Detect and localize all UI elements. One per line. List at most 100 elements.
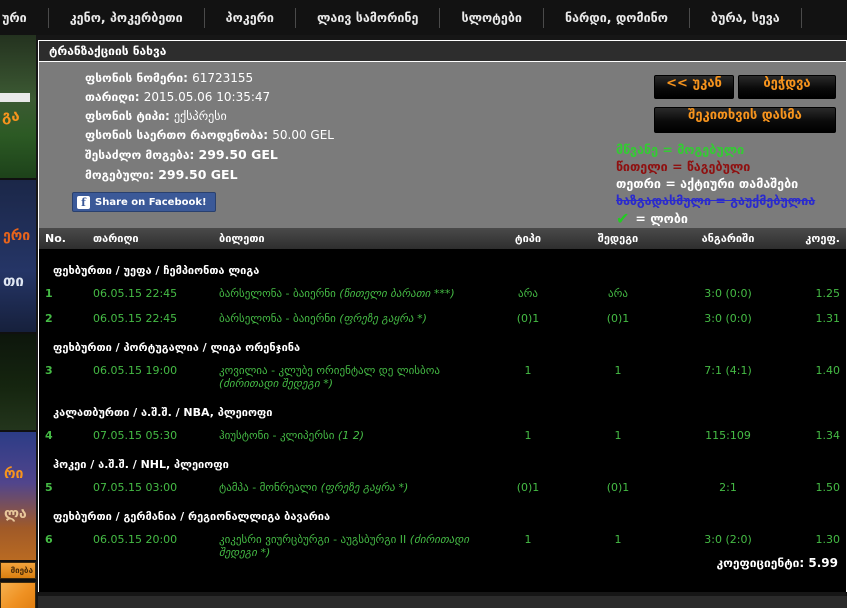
detail-line-0: ფსონის ნომერი: 61723155	[85, 69, 334, 88]
banner-stadium[interactable]: გა	[0, 35, 36, 178]
detail-value: ექსპრესი	[174, 109, 227, 123]
banner-blue[interactable]: ერი თი	[0, 180, 36, 332]
transaction-panel: ტრანზაქციის ნახვა ფსონის ნომერი: 6172315…	[38, 40, 847, 592]
ticket-match: ბარსელონა - ბაიერნი	[219, 312, 339, 325]
detail-value: 299.50 GEL	[158, 167, 237, 182]
detail-value: 2015.05.06 10:35:47	[144, 90, 270, 104]
banner-blue-text-1: ერი	[3, 228, 30, 244]
banner-race-text-1: რი	[4, 466, 23, 482]
transaction-info-section: ფსონის ნომერი: 61723155თარიღი: 2015.05.0…	[39, 62, 846, 228]
cell-no: 2	[39, 312, 69, 325]
cell-type: 1	[488, 364, 568, 377]
cell-ticket: ტამპა - მონრეალი (ფრეზე გაყრა *)	[219, 481, 488, 494]
share-facebook-button[interactable]: f Share on Facebook!	[72, 192, 216, 212]
cell-result: (0)1	[568, 312, 668, 325]
cell-no: 6	[39, 533, 69, 546]
ticket-match: ტამპა - მონრეალი	[219, 481, 321, 494]
cell-score: 7:1 (4:1)	[668, 364, 788, 377]
banner-race[interactable]: რი ლა	[0, 432, 36, 560]
column-header-2: ბილეთი	[219, 232, 488, 245]
cell-ticket: ჰიუსტონი - კლიპერსი (1 2)	[219, 429, 488, 442]
column-header-6: კოეფ.	[788, 232, 846, 245]
legend-item-check: ✔= ლობი	[616, 209, 815, 228]
transaction-details: ფსონის ნომერი: 61723155თარიღი: 2015.05.0…	[85, 69, 334, 185]
page: ურიკენო, პოკერბეთიპოკერილაივ სამორინესლო…	[0, 0, 847, 608]
nav-item-5[interactable]: ნარდი, დომინო	[544, 10, 689, 25]
nav-item-6[interactable]: ბურა, სევა	[690, 10, 801, 25]
cell-no: 4	[39, 429, 69, 442]
cell-result: არა	[568, 287, 668, 300]
detail-label: ფსონის საერთო რაოდენობა:	[85, 128, 272, 142]
nav-separator	[801, 8, 802, 28]
cell-ticket: კიკესრი ვიურცბურგი - აუგსბურგი II (ძირით…	[219, 533, 488, 559]
cell-result: (0)1	[568, 481, 668, 494]
cell-coef: 1.31	[788, 312, 846, 325]
cell-score: 3:0 (0:0)	[668, 287, 788, 300]
legend-item-0: მწვანე = მოგებული	[616, 141, 815, 158]
table-header-row: No.თარიღიბილეთიტიპიშედეგიანგარიშიკოეფ.	[39, 228, 846, 250]
ticket-match: ჰიუსტონი - კლიპერსი	[219, 429, 338, 442]
table-body: ფეხბურთი / უეფა / ჩემპიონთა ლიგა106.05.1…	[39, 250, 846, 592]
detail-line-1: თარიღი: 2015.05.06 10:35:47	[85, 88, 334, 107]
cell-coef: 1.40	[788, 364, 846, 377]
cell-type: (0)1	[488, 312, 568, 325]
cell-result: 1	[568, 429, 668, 442]
detail-value: 299.50 GEL	[199, 147, 278, 162]
cell-type: 1	[488, 429, 568, 442]
detail-value: 50.00 GEL	[272, 128, 334, 142]
group-header-1: ფეხბურთი / პორტუგალია / ლიგა ორენჯინა	[39, 331, 846, 358]
share-facebook-label: Share on Facebook!	[95, 197, 207, 208]
cell-ticket: ბარსელონა - ბაიერნი (წითელი ბარათი ***)	[219, 287, 488, 300]
banner-orange-strip-text: მიება	[1, 563, 35, 575]
group-header-2: კალათბურთი / ა.შ.შ. / NBA, პლეიოფი	[39, 396, 846, 423]
column-header-4: შედეგი	[568, 232, 668, 245]
cell-date: 06.05.15 20:00	[69, 533, 219, 546]
banner-orange-strip[interactable]: მიება	[0, 562, 36, 579]
nav-item-2[interactable]: პოკერი	[205, 10, 295, 25]
ticket-note: (წითელი ბარათი ***)	[339, 287, 454, 300]
detail-label: მოგებული:	[85, 168, 158, 182]
banner-orange-1[interactable]	[0, 582, 36, 608]
detail-value: 61723155	[192, 71, 253, 85]
table-row: 306.05.15 19:00კოვილია - კლუბე ორიენტალ …	[39, 358, 846, 396]
nav-item-0[interactable]: ური	[0, 10, 48, 25]
cell-ticket: კოვილია - კლუბე ორიენტალ დე ლისბოა (ძირი…	[219, 364, 488, 390]
cell-type: არა	[488, 287, 568, 300]
banner-race-text-2: ლა	[4, 506, 27, 522]
ask-question-button[interactable]: შეკითხვის დასმა	[654, 107, 836, 133]
cell-type: (0)1	[488, 481, 568, 494]
nav-item-4[interactable]: სლოტები	[440, 10, 543, 25]
cell-date: 07.05.15 05:30	[69, 429, 219, 442]
legend-item-2: თეთრი = აქტიური თამაშები	[616, 175, 815, 192]
column-header-0: No.	[39, 232, 69, 245]
back-button[interactable]: << უკან	[654, 75, 734, 99]
facebook-icon: f	[77, 196, 90, 209]
legend-item-1: წითელი = წაგებული	[616, 158, 815, 175]
legend: მწვანე = მოგებულიწითელი = წაგებულითეთრი …	[616, 141, 815, 228]
nav-item-1[interactable]: კენო, პოკერბეთი	[49, 10, 204, 25]
cell-result: 1	[568, 364, 668, 377]
cell-score: 115:109	[668, 429, 788, 442]
banner-stadium-text: გა	[2, 107, 20, 125]
cell-no: 5	[39, 481, 69, 494]
ticket-match: კოვილია - კლუბე ორიენტალ დე ლისბოა	[219, 364, 440, 377]
ticket-note: (1 2)	[338, 429, 364, 442]
ticket-note: (ფრეზე გაყრა *)	[339, 312, 427, 325]
cell-result: 1	[568, 533, 668, 546]
column-header-1: თარიღი	[69, 232, 219, 245]
cell-date: 06.05.15 22:45	[69, 287, 219, 300]
top-nav: ურიკენო, პოკერბეთიპოკერილაივ სამორინესლო…	[0, 0, 847, 35]
legend-check-label: = ლობი	[635, 209, 688, 228]
cell-coef: 1.30	[788, 533, 846, 546]
print-button[interactable]: ბეჭდვა	[738, 75, 836, 99]
detail-line-4: შესაძლო მოგება: 299.50 GEL	[85, 145, 334, 165]
detail-label: თარიღი:	[85, 90, 144, 104]
column-header-5: ანგარიში	[668, 232, 788, 245]
banner-dark-green[interactable]	[0, 334, 36, 430]
cell-coef: 1.34	[788, 429, 846, 442]
cell-score: 3:0 (2:0)	[668, 533, 788, 546]
nav-item-3[interactable]: ლაივ სამორინე	[296, 10, 439, 25]
cell-date: 07.05.15 03:00	[69, 481, 219, 494]
cell-type: 1	[488, 533, 568, 546]
table-row: 507.05.15 03:00ტამპა - მონრეალი (ფრეზე გ…	[39, 475, 846, 500]
